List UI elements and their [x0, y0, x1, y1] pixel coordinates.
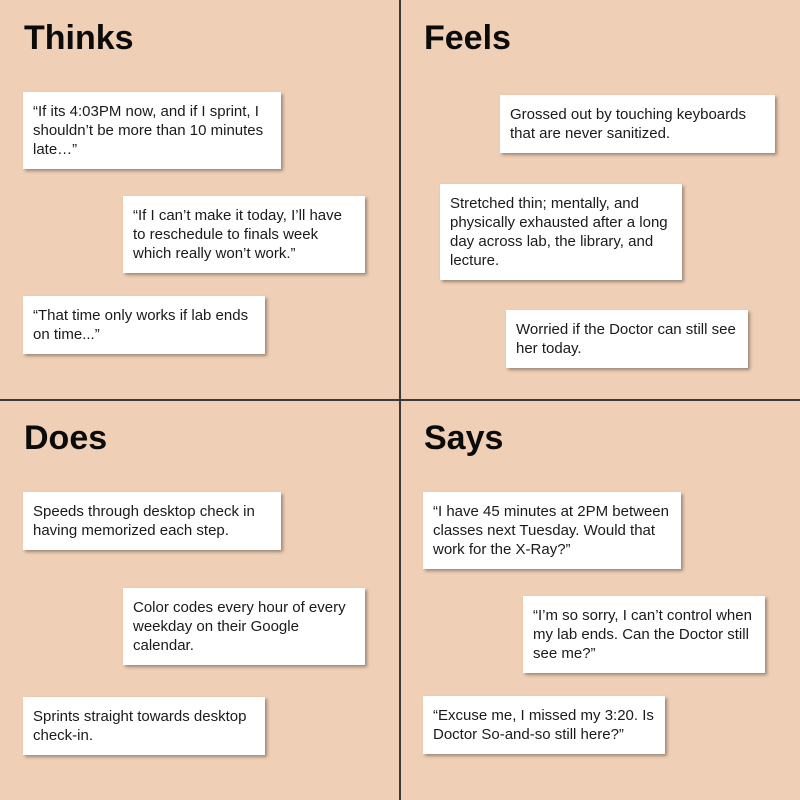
thinks-note-2[interactable]: “If I can’t make it today, I’ll have to …: [123, 196, 365, 273]
feels-note-3[interactable]: Worried if the Doctor can still see her …: [506, 310, 748, 368]
does-quadrant: Does Speeds through desktop check in hav…: [0, 400, 400, 800]
feels-note-1[interactable]: Grossed out by touching keyboards that a…: [500, 95, 775, 153]
does-note-2[interactable]: Color codes every hour of every weekday …: [123, 588, 365, 665]
says-note-2[interactable]: “I’m so sorry, I can’t control when my l…: [523, 596, 765, 673]
feels-title: Feels: [424, 19, 511, 57]
horizontal-divider: [0, 399, 800, 401]
does-title: Does: [24, 419, 108, 457]
thinks-quadrant: Thinks “If its 4:03PM now, and if I spri…: [0, 0, 400, 400]
thinks-note-1[interactable]: “If its 4:03PM now, and if I sprint, I s…: [23, 92, 281, 169]
does-note-1[interactable]: Speeds through desktop check in having m…: [23, 492, 281, 550]
feels-quadrant: Feels Grossed out by touching keyboards …: [400, 0, 800, 400]
empathy-map-board: Thinks “If its 4:03PM now, and if I spri…: [0, 0, 800, 800]
thinks-title: Thinks: [24, 19, 134, 57]
says-note-1[interactable]: “I have 45 minutes at 2PM between classe…: [423, 492, 681, 569]
says-title: Says: [424, 419, 504, 457]
feels-note-2[interactable]: Stretched thin; mentally, and physically…: [440, 184, 682, 280]
says-quadrant: Says “I have 45 minutes at 2PM between c…: [400, 400, 800, 800]
says-note-3[interactable]: “Excuse me, I missed my 3:20. Is Doctor …: [423, 696, 665, 754]
thinks-note-3[interactable]: “That time only works if lab ends on tim…: [23, 296, 265, 354]
does-note-3[interactable]: Sprints straight towards desktop check-i…: [23, 697, 265, 755]
